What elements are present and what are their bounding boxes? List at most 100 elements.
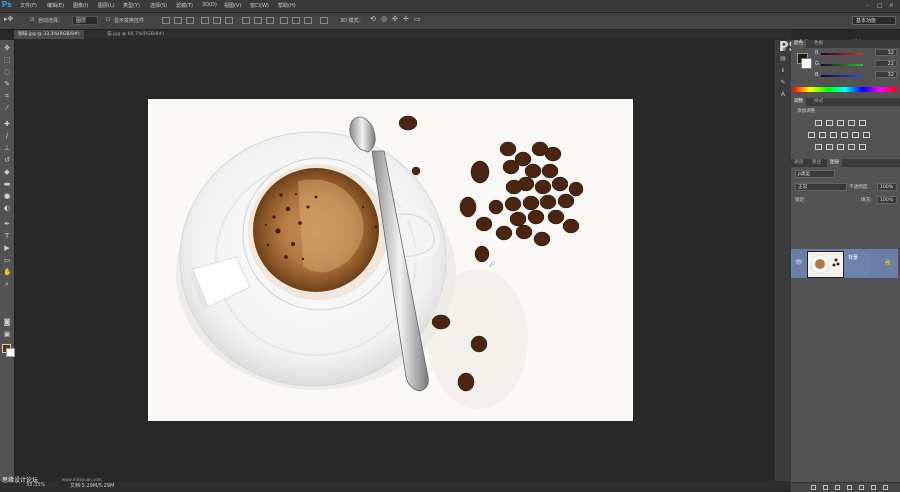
blur-tool-icon[interactable]: ● [3, 192, 11, 200]
background-color-swatch[interactable] [6, 348, 15, 357]
coffee-photo[interactable] [148, 99, 633, 421]
color-bg-swatch[interactable] [801, 58, 812, 69]
distribute-vcenter-icon[interactable] [254, 17, 262, 24]
slider-g[interactable] [821, 64, 863, 66]
shape-tool-icon[interactable]: ▭ [3, 256, 11, 264]
history-brush-tool-icon[interactable]: ↺ [3, 156, 11, 164]
trash-icon[interactable] [883, 485, 888, 490]
align-top-icon[interactable] [162, 17, 170, 24]
type-tool-icon[interactable]: T [3, 232, 11, 240]
eye-icon[interactable]: 👁 [795, 259, 803, 266]
slider-g-value[interactable]: 22 [875, 60, 897, 67]
properties-panel-icon[interactable]: ▤ [779, 56, 787, 62]
distribute-bottom-icon[interactable] [266, 17, 274, 24]
distribute-hcenter-icon[interactable] [292, 17, 300, 24]
show-transform-checkbox[interactable]: ☐ [106, 17, 110, 23]
menu-type[interactable]: 类型(Y) [123, 2, 140, 9]
gradient-map-icon[interactable] [848, 144, 855, 150]
vibrance-icon[interactable] [859, 120, 866, 126]
link-layers-icon[interactable] [811, 485, 816, 490]
menu-edit[interactable]: 编辑(E) [47, 2, 64, 9]
distribute-top-icon[interactable] [242, 17, 250, 24]
align-right-icon[interactable] [225, 17, 233, 24]
auto-select-dropdown[interactable]: 图层 [72, 16, 98, 25]
quick-mask-icon[interactable]: ◙ [3, 318, 11, 326]
stamp-tool-icon[interactable]: ⊥ [3, 144, 11, 152]
group-icon[interactable] [859, 485, 864, 490]
tab-coffee[interactable]: 咖啡.jpg @ 33.3%(RGB/8#) [14, 30, 84, 39]
auto-align-icon[interactable] [320, 17, 328, 24]
brush-tool-icon[interactable]: ∕ [3, 132, 11, 140]
screen-mode-icon[interactable]: ▣ [3, 330, 11, 338]
hue-sat-icon[interactable] [808, 132, 815, 138]
auto-select-checkbox[interactable]: ☑ [30, 17, 34, 23]
char-panel-icon[interactable]: A [779, 92, 787, 98]
tab-styles[interactable]: 样式 [811, 98, 826, 106]
slider-r-value[interactable]: 32 [875, 49, 897, 56]
photo-filter-icon[interactable] [841, 132, 848, 138]
gradient-tool-icon[interactable]: ▬ [3, 180, 11, 188]
tab-adjustments[interactable]: 调整 [791, 98, 807, 106]
move-tool-icon[interactable]: ▸✥ [4, 15, 13, 23]
channel-mixer-icon[interactable] [852, 132, 859, 138]
close-icon[interactable]: ✕ [889, 2, 894, 9]
3d-pan-icon[interactable]: ✣ [392, 15, 398, 23]
quick-select-tool-icon[interactable]: ✎ [3, 80, 11, 88]
minimize-icon[interactable]: – [866, 2, 869, 9]
align-vcenter-icon[interactable] [174, 17, 182, 24]
move-tool-icon[interactable]: ✥ [3, 44, 11, 52]
adjustment-layer-icon[interactable] [847, 485, 852, 490]
color-lookup-icon[interactable] [863, 132, 870, 138]
slider-r[interactable] [821, 53, 863, 55]
menu-select[interactable]: 选择(S) [150, 2, 167, 9]
maximize-icon[interactable]: □ [877, 2, 883, 9]
layer-kind-filter[interactable]: ρ类型 [795, 170, 835, 178]
marquee-tool-icon[interactable]: ⬚ [3, 56, 11, 64]
menu-layer[interactable]: 图层(L) [98, 2, 115, 9]
curves-icon[interactable] [837, 120, 844, 126]
tab-layers[interactable]: 图层 [827, 159, 843, 167]
align-hcenter-icon[interactable] [213, 17, 221, 24]
invert-icon[interactable] [815, 144, 822, 150]
menu-window[interactable]: 窗口(W) [250, 2, 269, 9]
tab-paths[interactable]: 路径 [809, 159, 824, 167]
tab-cat[interactable]: 猫.jpg @ 66.7%(RGB/8#) [103, 30, 168, 39]
slider-b-value[interactable]: 32 [875, 71, 897, 78]
distribute-left-icon[interactable] [280, 17, 288, 24]
exposure-icon[interactable] [848, 120, 855, 126]
layer-style-icon[interactable] [823, 485, 828, 490]
align-left-icon[interactable] [201, 17, 209, 24]
black-white-icon[interactable] [830, 132, 837, 138]
3d-slide-icon[interactable]: ✛ [403, 15, 409, 23]
new-layer-icon[interactable] [871, 485, 876, 490]
3d-rotate-icon[interactable]: ⟲ [370, 15, 376, 23]
dodge-tool-icon[interactable]: ◐ [3, 204, 11, 212]
posterize-icon[interactable] [826, 144, 833, 150]
crop-tool-icon[interactable]: ⌗ [3, 92, 11, 100]
layer-name[interactable]: 背景 [848, 254, 858, 261]
lasso-tool-icon[interactable]: ◌ [3, 68, 11, 76]
tab-channels[interactable]: 通道 [791, 159, 806, 167]
brightness-icon[interactable] [815, 120, 822, 126]
selective-color-icon[interactable] [859, 144, 866, 150]
healing-tool-icon[interactable]: ✚ [3, 120, 11, 128]
menu-image[interactable]: 图像(I) [73, 2, 88, 9]
zoom-tool-icon[interactable]: ⌕ [3, 280, 11, 288]
add-mask-icon[interactable] [835, 485, 840, 490]
path-select-tool-icon[interactable]: ▶ [3, 244, 11, 252]
eraser-tool-icon[interactable]: ◆ [3, 168, 11, 176]
layer-row-background[interactable]: 👁 背景 🔒 [791, 249, 898, 278]
pen-tool-icon[interactable]: ✒ [3, 220, 11, 228]
3d-roll-icon[interactable]: ◎ [381, 15, 387, 23]
color-spectrum-bar[interactable] [793, 87, 897, 92]
menu-help[interactable]: 帮助(H) [278, 2, 296, 9]
eyedropper-tool-icon[interactable]: ⁄ [3, 104, 11, 112]
hand-tool-icon[interactable]: ✋ [3, 268, 12, 276]
slider-b[interactable] [821, 75, 863, 77]
blend-mode-dropdown[interactable]: 正常 [795, 183, 847, 191]
tab-swatches[interactable]: 色板 [811, 40, 826, 48]
opacity-input[interactable]: 100% [877, 183, 897, 191]
color-balance-icon[interactable] [819, 132, 826, 138]
menu-view[interactable]: 视图(V) [224, 2, 241, 9]
menu-3d[interactable]: 3D(D) [202, 2, 217, 8]
